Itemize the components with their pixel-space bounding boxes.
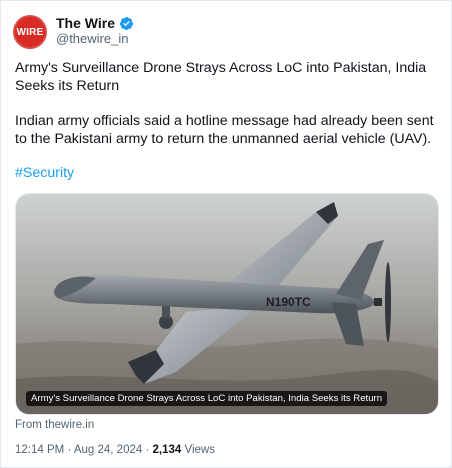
- views-label: Views: [184, 444, 215, 456]
- verified-badge-icon: [119, 16, 134, 31]
- meta-separator: ·: [67, 444, 72, 456]
- tweet-headline: Army's Surveillance Drone Strays Across …: [15, 60, 427, 94]
- meta-separator: ·: [145, 444, 150, 456]
- views-count: 2,134: [152, 444, 182, 456]
- account-info: The Wire @thewire_in: [56, 11, 134, 46]
- tweet-time[interactable]: 12:14 PM: [15, 444, 64, 456]
- account-name[interactable]: The Wire: [56, 16, 115, 31]
- tweet-header: WIRE The Wire @thewire_in: [13, 11, 134, 49]
- name-row: The Wire: [56, 16, 134, 31]
- tweet-meta: 12:14 PM · Aug 24, 2024 · 2,134 Views: [15, 444, 215, 456]
- image-caption: Army's Surveillance Drone Strays Across …: [26, 391, 388, 406]
- drone-photo: N190TC: [16, 194, 438, 414]
- tweet-card: WIRE The Wire @thewire_in Army's Surveil…: [0, 0, 452, 468]
- hashtag-link[interactable]: #Security: [15, 165, 74, 181]
- tweet-date[interactable]: Aug 24, 2024: [74, 444, 142, 456]
- link-source[interactable]: From thewire.in: [15, 419, 94, 431]
- avatar-text: WIRE: [16, 26, 44, 38]
- account-handle[interactable]: @thewire_in: [56, 31, 134, 46]
- link-preview-image[interactable]: N190TC Army's Surveillance Drone Strays …: [15, 193, 439, 415]
- tweet-text: Indian army officials said a hotline mes…: [15, 113, 434, 147]
- avatar[interactable]: WIRE: [13, 15, 47, 49]
- drone-tail-number: N190TC: [266, 295, 311, 309]
